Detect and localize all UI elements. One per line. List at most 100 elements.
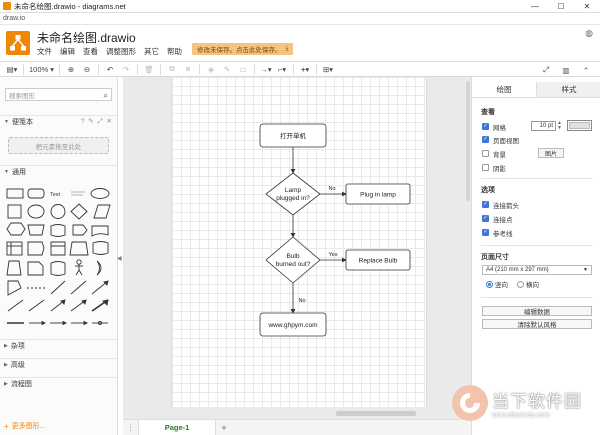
menu-file[interactable]: 文件 [37, 46, 52, 57]
document-title[interactable]: 未命名绘图.drawio [37, 29, 136, 46]
paper-size-select[interactable]: A4 (210 mm x 297 mm) ▼ [482, 265, 592, 275]
grid-size-input[interactable]: 10 pt [531, 121, 556, 131]
scratchpad-header[interactable]: ▼ 便笺本 ? ✎ ⤢ ✕ [0, 115, 117, 127]
guides-label: 参考线 [493, 230, 513, 238]
text-shape-label: Text [50, 192, 61, 198]
shadow-checkbox[interactable] [482, 164, 489, 171]
waypoints-icon[interactable]: ⌐▾ [276, 63, 288, 75]
edge-label-yes: Yes [329, 252, 338, 258]
more-shapes-label: 更多图形... [11, 423, 46, 430]
insert-plus-icon[interactable]: + ▾ [299, 63, 311, 75]
to-back-icon[interactable]: ⧈ [182, 63, 194, 75]
add-page-icon[interactable]: + [216, 420, 232, 435]
tab-diagram[interactable]: 绘图 [472, 82, 536, 97]
collapse-sidebar-icon[interactable]: ◀ [117, 255, 122, 262]
more-shapes-button[interactable]: + 更多图形... [4, 421, 46, 431]
view-section-title: 查看 [481, 109, 495, 116]
portrait-option[interactable]: 竖向 [486, 279, 508, 289]
collapse-icon[interactable]: ⌃ [580, 64, 592, 76]
flowchart-section-header[interactable]: ▶ 流程图 [0, 377, 117, 389]
line-color-icon[interactable]: ✎ [221, 63, 233, 75]
flow-node-decision-bulb[interactable] [265, 236, 321, 284]
undo-icon[interactable]: ↶ [104, 63, 116, 75]
connection-points-label: 连接点 [493, 216, 513, 224]
window-title: 未命名绘图.drawio - diagrams.net [14, 1, 126, 11]
grid-size-stepper[interactable]: ▲ ▼ [557, 121, 562, 131]
general-shapes-palette[interactable]: Text [5, 184, 113, 334]
app-header: 未命名绘图.drawio 文件 编辑 查看 调整图形 其它 帮助 修改未保存。点… [0, 25, 600, 61]
portrait-radio[interactable] [486, 281, 493, 288]
fill-color-icon[interactable]: ◈ [205, 63, 217, 75]
vertical-scrollbar[interactable] [466, 81, 470, 201]
guides-checkbox[interactable]: ✓ [482, 229, 489, 236]
connection-arrows-checkbox[interactable]: ✓ [482, 201, 489, 208]
background-option[interactable]: 背景 [482, 149, 506, 159]
connection-points-option[interactable]: ✓ 连接点 [482, 214, 513, 224]
flow-node-decision-lamp[interactable] [265, 172, 321, 216]
url-label: draw.io [0, 13, 600, 25]
window-controls: — ☐ ✕ [522, 0, 600, 13]
landscape-option[interactable]: 横向 [517, 279, 539, 289]
save-icon: ⤓ [285, 45, 289, 52]
grid-color-swatch[interactable] [567, 120, 592, 131]
format-panel-toggle-icon[interactable]: ▤▾ [6, 63, 18, 75]
section-misc: 杂项 [10, 342, 25, 350]
maximize-button[interactable]: ☐ [548, 0, 574, 13]
background-image-button[interactable]: 图片 [538, 148, 564, 158]
zoom-level[interactable]: 100% ▾ [29, 63, 54, 75]
menu-arrange[interactable]: 调整图形 [106, 46, 136, 57]
delete-icon[interactable]: 🗑 [143, 63, 155, 75]
paper-size-value: A4 (210 mm x 297 mm) [486, 267, 549, 273]
horizontal-scrollbar[interactable] [336, 411, 416, 416]
connection-arrows-option[interactable]: ✓ 连接箭头 [482, 200, 519, 210]
guides-option[interactable]: ✓ 参考线 [482, 228, 513, 238]
main-toolbar: ▤▾ 100% ▾ ⊕ ⊖ ↶ ↷ 🗑 ⧉ ⧈ ◈ ✎ ▭ →▾ ⌐▾ + ▾ ⊞… [0, 61, 600, 77]
page-tab-page-1[interactable]: Page-1 [138, 420, 216, 435]
shadow-icon[interactable]: ▭ [237, 63, 249, 75]
search-shapes-input[interactable]: 搜索图形 ⌕ [5, 88, 112, 101]
tab-style[interactable]: 样式 [536, 82, 600, 97]
globe-icon[interactable]: ◍ [585, 28, 593, 39]
zoom-in-icon[interactable]: ⊕ [65, 63, 77, 75]
scratchpad-dropzone[interactable]: 把元素拖至此处 [8, 137, 109, 154]
zoom-value: 100% [29, 64, 49, 74]
background-checkbox[interactable] [482, 150, 489, 157]
advanced-section-header[interactable]: ▶ 高级 [0, 358, 117, 370]
format-toggle-icon[interactable]: ▥ [560, 64, 572, 76]
landscape-radio[interactable] [517, 281, 524, 288]
clear-default-style-button[interactable]: 清除默认风格 [482, 319, 592, 329]
to-front-icon[interactable]: ⧉ [166, 63, 178, 75]
scratchpad-tools[interactable]: ? ✎ ⤢ ✕ [81, 117, 113, 126]
general-section-header[interactable]: ▼ 通用 [0, 165, 117, 177]
menu-view[interactable]: 查看 [83, 46, 98, 57]
redo-icon[interactable]: ↷ [120, 63, 132, 75]
menu-edit[interactable]: 编辑 [60, 46, 75, 57]
toolbar-divider [199, 63, 201, 75]
shadow-label: 阴影 [493, 165, 506, 173]
shadow-option[interactable]: 阴影 [482, 163, 506, 173]
edit-data-button[interactable]: 编辑数据 [482, 306, 592, 316]
minimize-button[interactable]: — [522, 0, 548, 13]
close-button[interactable]: ✕ [574, 0, 600, 13]
toolbar-divider [316, 63, 318, 75]
unsaved-changes-button[interactable]: 修改未保存。点击此处保存。 ⤓ [192, 43, 294, 55]
connection-style-icon[interactable]: →▾ [260, 63, 272, 75]
table-icon[interactable]: ⊞▾ [322, 63, 334, 75]
misc-section-header[interactable]: ▶ 杂项 [0, 339, 117, 351]
diagram-svg: 打开单机 Lamp plugged in? Plug in lamp Bulb … [259, 123, 411, 337]
menu-extras[interactable]: 其它 [144, 46, 159, 57]
grid-checkbox[interactable]: ✓ [482, 123, 489, 130]
fullscreen-icon[interactable]: ⤢ [540, 64, 552, 76]
zoom-out-icon[interactable]: ⊖ [81, 63, 93, 75]
menu-help[interactable]: 帮助 [167, 46, 182, 57]
diagram-canvas[interactable]: 打开单机 Lamp plugged in? Plug in lamp Bulb … [123, 77, 471, 419]
page-view-option[interactable]: ✓ 页面视图 [482, 135, 519, 145]
search-icon[interactable]: ⌕ [104, 91, 108, 101]
edge-label-no-2: No [298, 298, 305, 304]
pages-menu-icon[interactable]: ⋮ [123, 420, 138, 435]
page-view-checkbox[interactable]: ✓ [482, 136, 489, 143]
grid-option[interactable]: ✓ 网格 [482, 122, 506, 132]
connection-points-checkbox[interactable]: ✓ [482, 215, 489, 222]
watermark-title: 当下软件园 [492, 392, 582, 411]
watermark-logo-icon [452, 385, 488, 421]
